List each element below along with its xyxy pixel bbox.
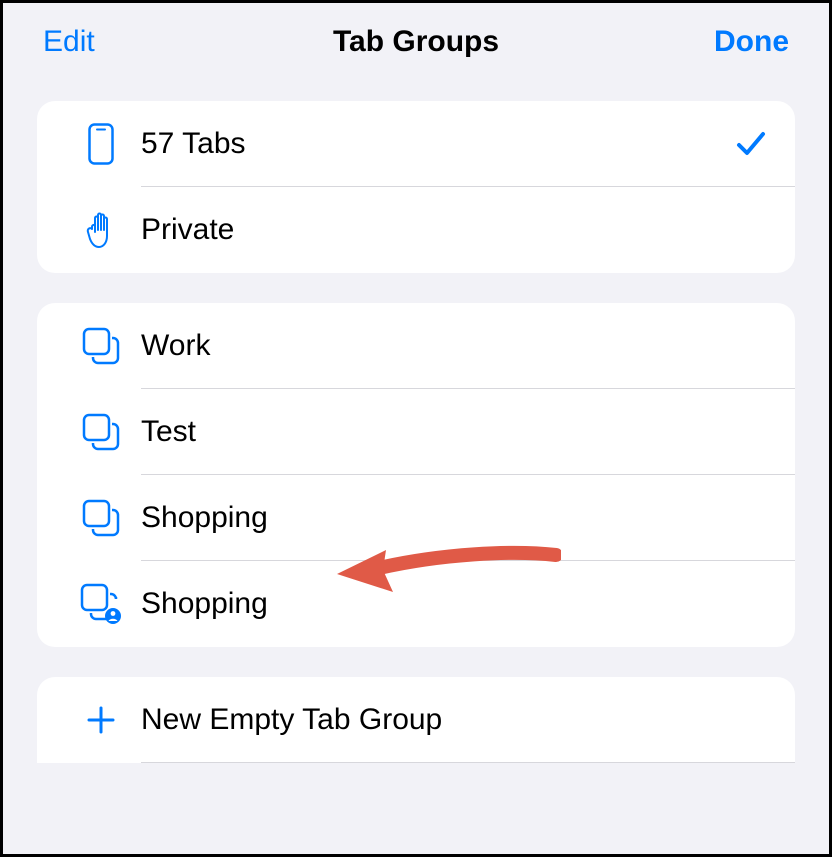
custom-groups-section: Work Test Shopping bbox=[37, 303, 795, 647]
page-title: Tab Groups bbox=[333, 25, 499, 59]
plus-icon bbox=[61, 705, 141, 735]
checkmark-icon bbox=[731, 128, 771, 160]
group-row-label: Test bbox=[141, 415, 771, 449]
stack-icon bbox=[61, 499, 141, 537]
group-row-test[interactable]: Test bbox=[37, 389, 795, 475]
new-empty-group-row[interactable]: New Empty Tab Group bbox=[37, 677, 795, 763]
group-row-shopping[interactable]: Shopping bbox=[37, 475, 795, 561]
group-row-label: Work bbox=[141, 329, 771, 363]
stack-icon bbox=[61, 327, 141, 365]
actions-section: New Empty Tab Group bbox=[37, 677, 795, 763]
private-row-label: Private bbox=[141, 213, 771, 247]
group-row-work[interactable]: Work bbox=[37, 303, 795, 389]
tabs-row-label: 57 Tabs bbox=[141, 127, 731, 161]
edit-button[interactable]: Edit bbox=[43, 25, 95, 59]
private-row[interactable]: Private bbox=[37, 187, 795, 273]
group-row-shopping-shared[interactable]: Shopping bbox=[37, 561, 795, 647]
done-button[interactable]: Done bbox=[714, 25, 789, 59]
phone-icon bbox=[61, 123, 141, 165]
stack-icon bbox=[61, 413, 141, 451]
default-groups-section: 57 Tabs Private bbox=[37, 101, 795, 273]
new-empty-group-label: New Empty Tab Group bbox=[141, 703, 771, 737]
group-row-label: Shopping bbox=[141, 587, 771, 621]
group-row-label: Shopping bbox=[141, 501, 771, 535]
tabs-row[interactable]: 57 Tabs bbox=[37, 101, 795, 187]
stack-person-icon bbox=[61, 583, 141, 625]
hand-icon bbox=[61, 210, 141, 250]
header-bar: Edit Tab Groups Done bbox=[3, 3, 829, 81]
